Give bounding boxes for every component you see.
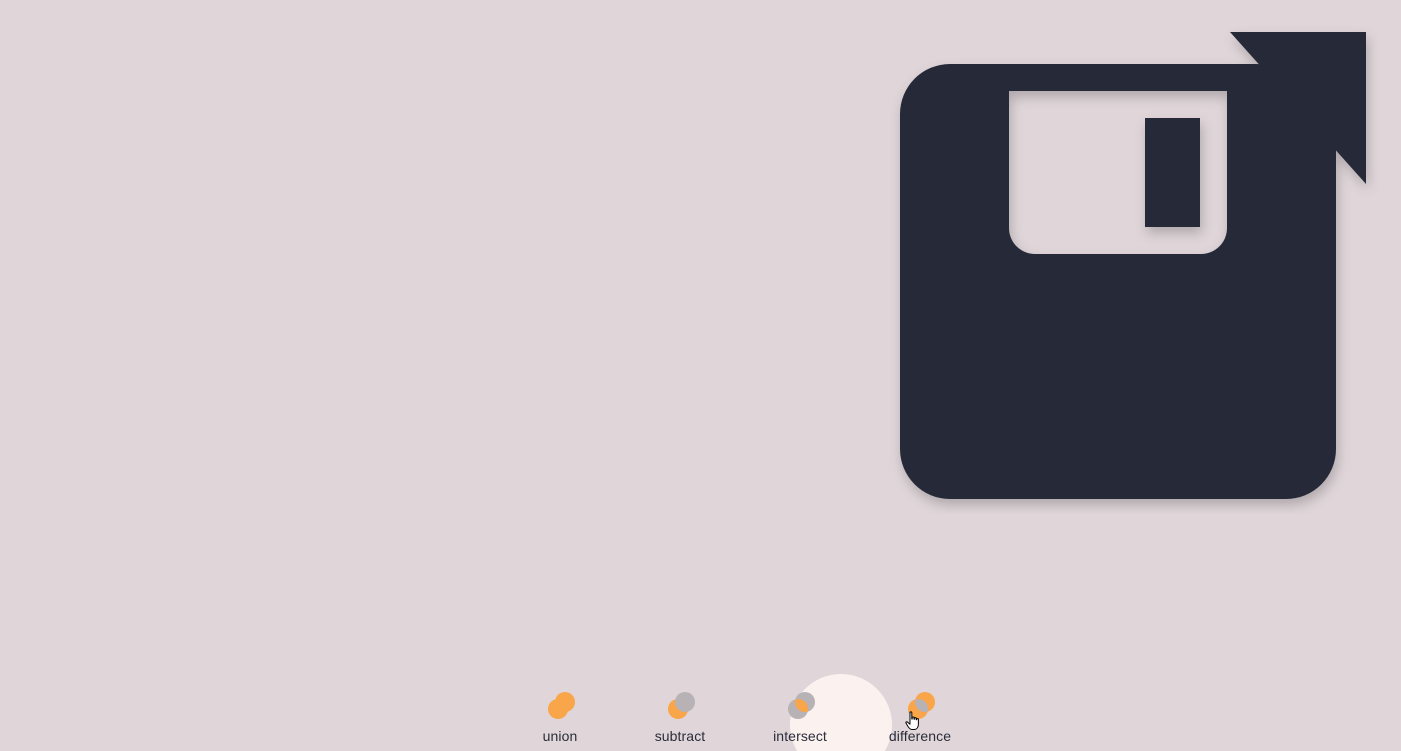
intersect-button[interactable]: intersect xyxy=(750,688,850,748)
difference-button[interactable]: difference xyxy=(870,688,970,748)
union-label: union xyxy=(542,728,578,744)
intersect-icon xyxy=(788,692,815,719)
union-button[interactable]: union xyxy=(510,688,610,748)
intersect-label: intersect xyxy=(773,728,827,744)
union-icon xyxy=(548,692,575,719)
difference-icon xyxy=(908,692,935,719)
subtract-icon xyxy=(668,692,695,719)
canvas-stage: union subtract intersect difference xyxy=(0,0,1401,751)
subtract-label: subtract xyxy=(654,728,706,744)
disk-shutter xyxy=(1145,118,1200,227)
subtract-button[interactable]: subtract xyxy=(630,688,730,748)
result-shape[interactable] xyxy=(890,24,1380,514)
difference-label: difference xyxy=(888,728,952,744)
disk-body xyxy=(900,64,1336,499)
